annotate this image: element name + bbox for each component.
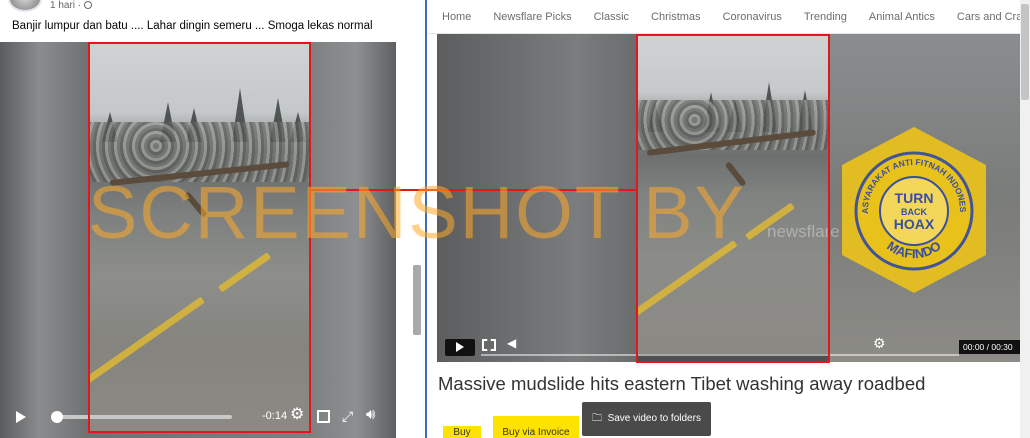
- miniplayer-icon[interactable]: [317, 410, 330, 423]
- left-scrollbar[interactable]: [413, 265, 421, 335]
- nav-item-newsflare-picks[interactable]: Newsflare Picks: [479, 11, 579, 23]
- nav-item-trending[interactable]: Trending: [790, 11, 855, 23]
- nav-item-coronavirus[interactable]: Coronavirus: [709, 11, 790, 23]
- video-time: 00:00 / 00:30: [959, 340, 1020, 354]
- volume-icon[interactable]: 🔊︎: [366, 407, 375, 422]
- folder-icon: 🗀︎: [592, 413, 602, 424]
- volume-icon[interactable]: ◀︎: [507, 336, 516, 350]
- scrub-handle[interactable]: [51, 411, 63, 423]
- buy-button[interactable]: Buy: [443, 426, 481, 438]
- settings-icon[interactable]: ⚙: [873, 335, 886, 352]
- video-title: Massive mudslide hits eastern Tibet wash…: [438, 373, 926, 394]
- badge-center-line3: HOAX: [894, 216, 935, 232]
- post-header: 1 hari · Banjir lumpur dan batu .... Lah…: [0, 0, 396, 42]
- nav-item-cars-and-crashes[interactable]: Cars and Crashes: [943, 11, 1030, 23]
- fullscreen-icon[interactable]: [482, 339, 496, 351]
- globe-icon: [84, 1, 93, 9]
- avatar[interactable]: [8, 0, 42, 12]
- fullscreen-icon[interactable]: ⤢: [342, 409, 353, 423]
- buy-via-invoice-button[interactable]: Buy via Invoice: [493, 416, 579, 438]
- play-icon[interactable]: [16, 411, 26, 423]
- nav-item-christmas[interactable]: Christmas: [637, 11, 709, 23]
- badge-center-line1: TURN: [895, 190, 934, 206]
- top-nav: Home Newsflare Picks Classic Christmas C…: [428, 0, 1030, 34]
- turnbackhoax-badge: MASYARAKAT ANTI FITNAH INDONESIA MAFINDO…: [838, 125, 986, 293]
- page-scrollbar[interactable]: [1020, 0, 1030, 438]
- play-icon: [456, 342, 464, 352]
- nav-item-classic[interactable]: Classic: [580, 11, 637, 23]
- post-time[interactable]: 1 hari ·: [50, 0, 93, 11]
- post-caption: Banjir lumpur dan batu .... Lahar dingin…: [12, 20, 373, 32]
- nav-item-home[interactable]: Home: [428, 11, 479, 23]
- screenshot-watermark: SCREENSHOT BY: [88, 171, 746, 254]
- play-button[interactable]: [445, 339, 475, 356]
- nav-item-animal-antics[interactable]: Animal Antics: [855, 11, 943, 23]
- save-video-button[interactable]: 🗀︎ Save video to folders: [582, 402, 711, 436]
